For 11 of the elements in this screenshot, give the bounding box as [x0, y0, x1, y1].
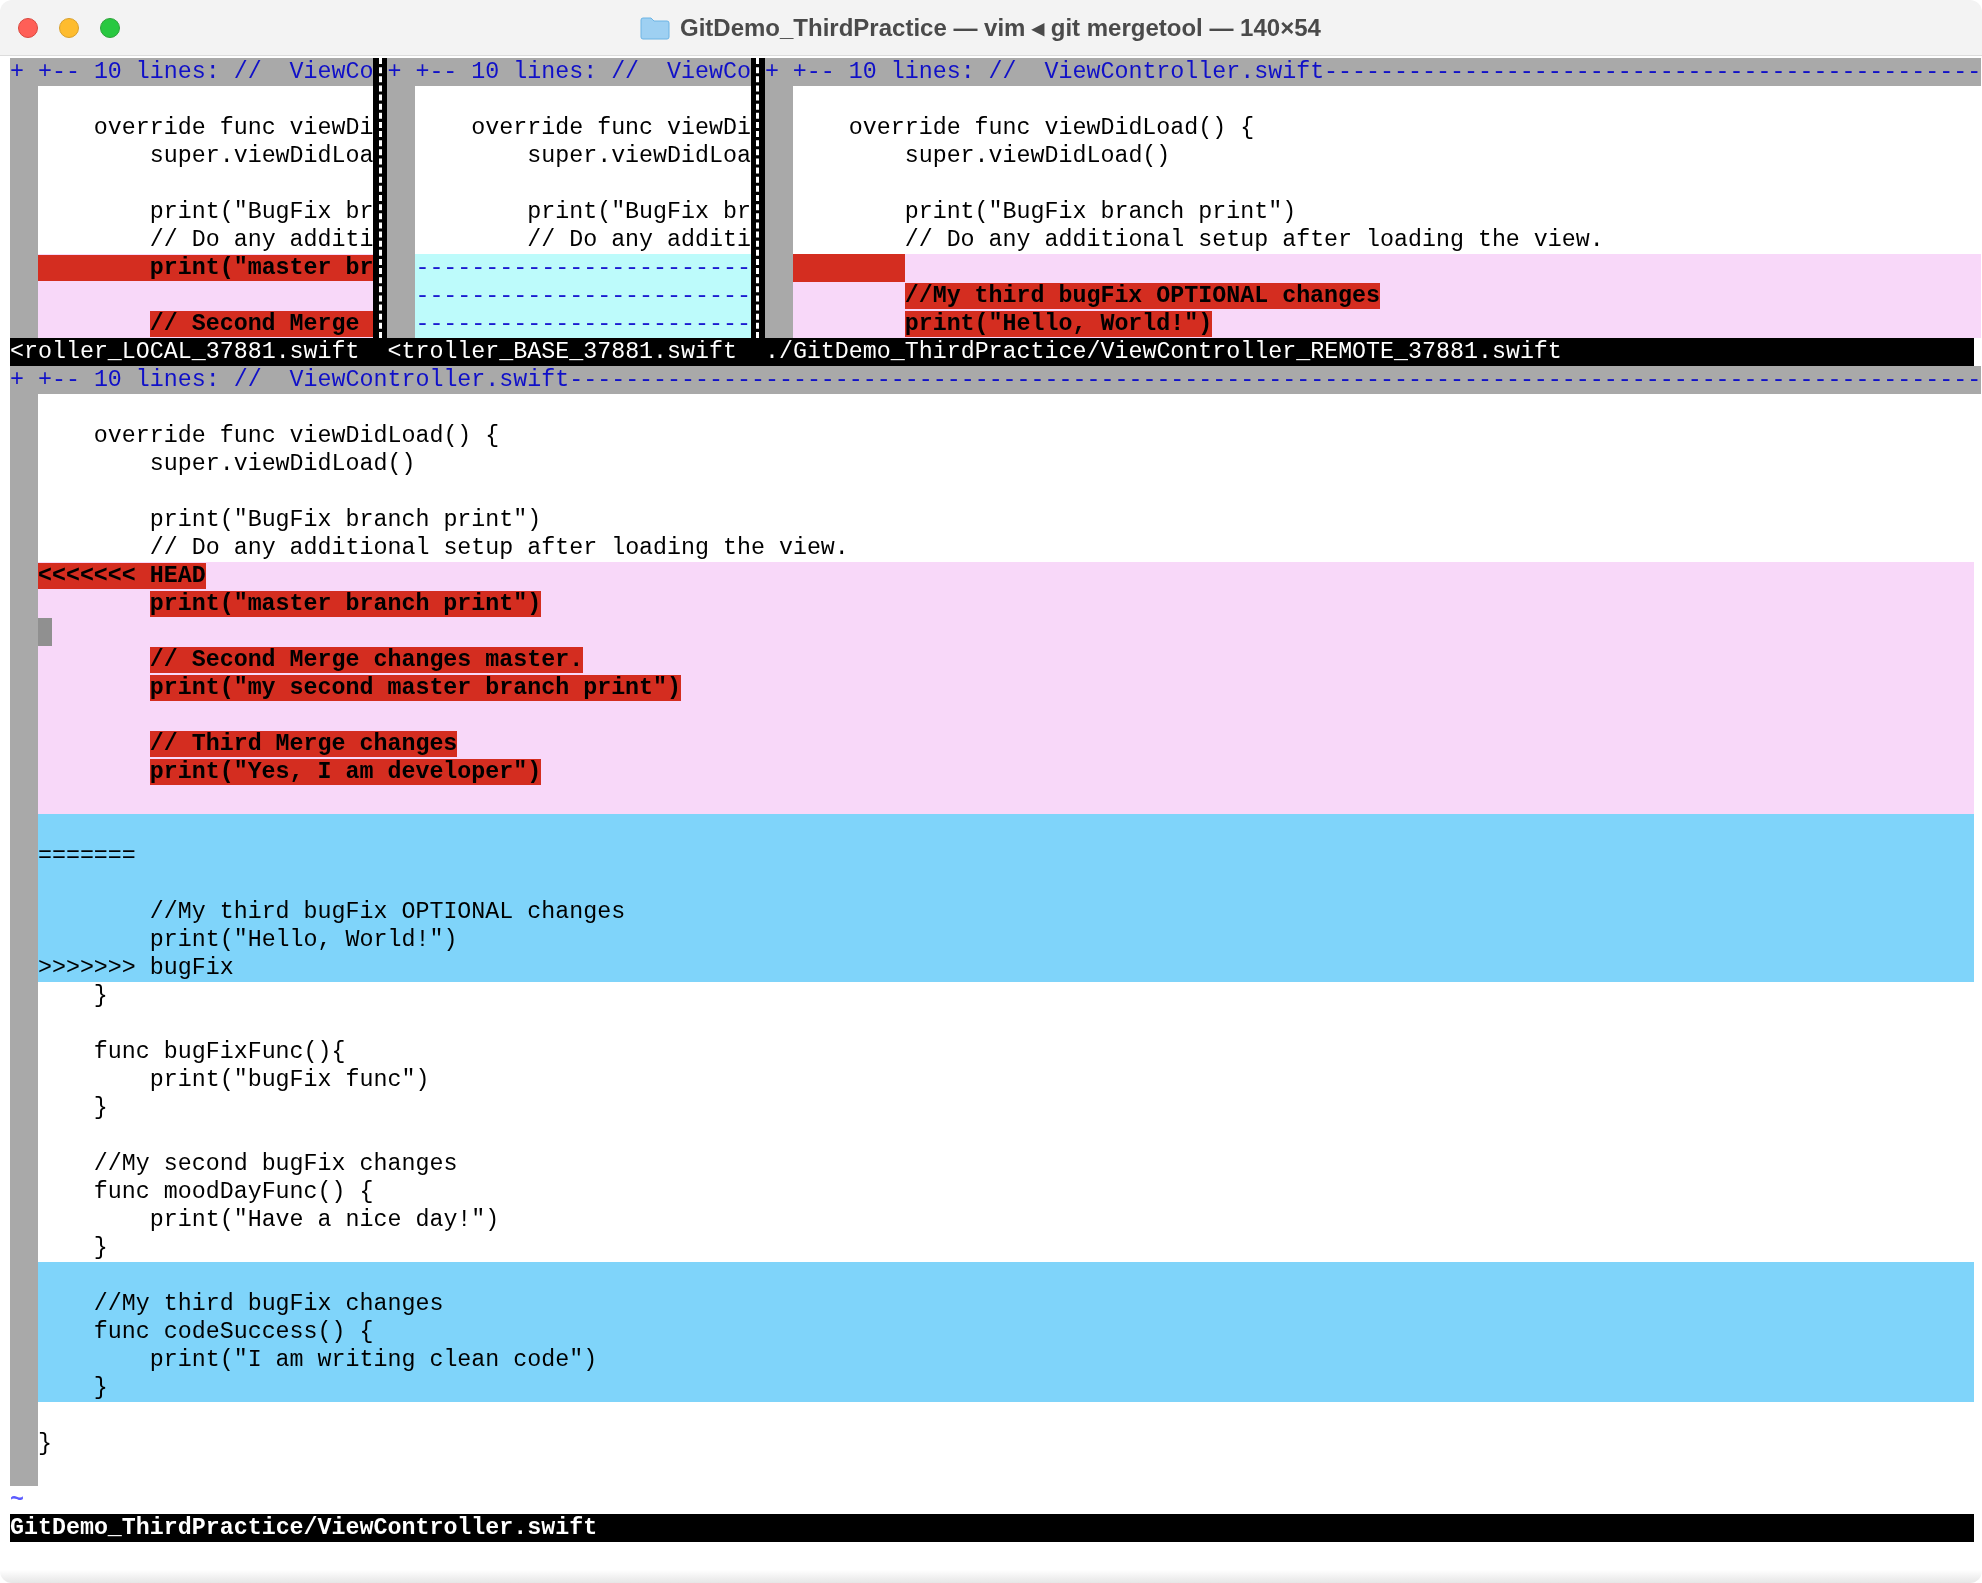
status-bar: GitDemo_ThirdPractice/ViewController.swift	[10, 1514, 1974, 1542]
close-button[interactable]	[18, 17, 38, 38]
zoom-button[interactable]	[100, 17, 120, 38]
tilde-marker: ~	[10, 1486, 25, 1514]
minimize-button[interactable]	[59, 17, 79, 38]
file-name: <troller_BASE_37881.swift	[387, 338, 738, 366]
file-name: <roller_LOCAL_37881.swift	[10, 338, 361, 366]
window-title: GitDemo_ThirdPractice — vim ◂ git mergetool — 140×54	[680, 12, 1321, 43]
folder-icon	[640, 15, 670, 40]
file-name: ./GitDemo_ThirdPractice/ViewController_REMOTE_37881.swift	[764, 338, 1562, 366]
code-line: print("master br	[37, 254, 374, 282]
